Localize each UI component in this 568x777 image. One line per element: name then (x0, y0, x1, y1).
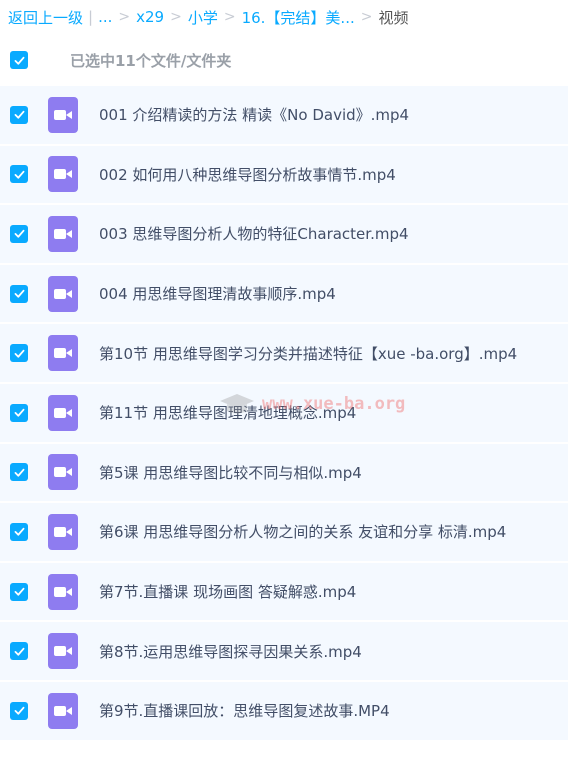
video-file-icon (48, 454, 78, 491)
breadcrumb-pipe: | (88, 8, 94, 26)
video-file-icon (48, 335, 78, 372)
file-name[interactable]: 004 用思维导图理清故事顺序.mp4 (99, 283, 336, 304)
checkmark-icon (14, 56, 24, 65)
file-checkbox[interactable] (10, 165, 28, 184)
video-file-icon (48, 275, 78, 312)
selection-count: 已选中11个文件/文件夹 (70, 51, 232, 70)
file-name[interactable]: 第5课 用思维导图比较不同与相似.mp4 (99, 462, 362, 483)
file-name[interactable]: 第11节 用思维导图理清地理概念.mp4 (99, 402, 356, 423)
selection-bar: 已选中11个文件/文件夹 (0, 34, 568, 86)
checkmark-icon (14, 170, 24, 179)
video-file-icon (48, 692, 78, 729)
file-checkbox[interactable] (10, 344, 28, 363)
breadcrumb-current: 视频 (378, 8, 409, 27)
file-checkbox[interactable] (10, 463, 28, 482)
checkmark-icon (14, 230, 24, 239)
file-name[interactable]: 第8节.运用思维导图探寻因果关系.mp4 (99, 641, 362, 662)
file-checkbox[interactable] (10, 105, 28, 124)
file-row[interactable]: 第7节.直播课 现场画图 答疑解惑.mp4 (0, 562, 568, 623)
file-row[interactable]: 第9节.直播课回放：思维导图复述故事.MP4 (0, 681, 568, 742)
file-checkbox[interactable] (10, 403, 28, 422)
file-checkbox[interactable] (10, 522, 28, 541)
video-file-icon (48, 96, 78, 133)
chevron-right-icon: > (223, 9, 236, 25)
file-name[interactable]: 003 思维导图分析人物的特征Character.mp4 (99, 223, 409, 244)
file-row[interactable]: 第8节.运用思维导图探寻因果关系.mp4 (0, 622, 568, 682)
checkmark-icon (14, 111, 24, 119)
file-name[interactable]: 001 介绍精读的方法 精读《No David》.mp4 (99, 104, 409, 125)
video-file-icon (48, 633, 78, 670)
file-name[interactable]: 第7节.直播课 现场画图 答疑解惑.mp4 (99, 581, 356, 602)
checkmark-icon (14, 409, 24, 417)
chevron-right-icon: > (118, 9, 131, 25)
file-row[interactable]: 001 介绍精读的方法 精读《No David》.mp4 (0, 86, 568, 146)
file-checkbox[interactable] (10, 284, 28, 303)
file-checkbox[interactable] (10, 701, 28, 720)
file-checkbox[interactable] (10, 642, 28, 661)
file-checkbox[interactable] (10, 582, 28, 601)
file-row[interactable]: 003 思维导图分析人物的特征Character.mp4 (0, 205, 568, 265)
breadcrumb: 返回上一级 | ... > x29 > 小学 > 16.【完结】美... > 视… (0, 0, 568, 34)
breadcrumb-item-primary[interactable]: 小学 (188, 7, 218, 28)
checkmark-icon (14, 528, 24, 537)
file-row[interactable]: 002 如何用八种思维导图分析故事情节.mp4 (0, 145, 568, 206)
file-checkbox[interactable] (10, 224, 28, 243)
file-row[interactable]: 第5课 用思维导图比较不同与相似.mp4 (0, 443, 568, 504)
file-name[interactable]: 第10节 用思维导图学习分类并描述特征【xue -ba.org】.mp4 (99, 343, 517, 364)
breadcrumb-ellipsis[interactable]: ... (98, 8, 112, 26)
checkmark-icon (14, 349, 24, 358)
video-file-icon (48, 215, 78, 252)
video-file-icon (48, 156, 78, 193)
checkmark-icon (14, 468, 24, 477)
checkmark-icon (14, 647, 24, 656)
file-name[interactable]: 第9节.直播课回放：思维导图复述故事.MP4 (99, 700, 390, 721)
video-file-icon (48, 513, 78, 550)
select-all-checkbox[interactable] (10, 51, 28, 69)
breadcrumb-item-folder[interactable]: 16.【完结】美... (242, 7, 355, 28)
file-list: 001 介绍精读的方法 精读《No David》.mp4 002 如何用八种思维… (0, 86, 568, 742)
file-name[interactable]: 第6课 用思维导图分析人物之间的关系 友谊和分享 标清.mp4 (99, 521, 506, 542)
checkmark-icon (14, 587, 24, 596)
back-link[interactable]: 返回上一级 (8, 7, 83, 28)
video-file-icon (48, 573, 78, 610)
file-row[interactable]: 第11节 用思维导图理清地理概念.mp4 (0, 383, 568, 444)
file-row[interactable]: 004 用思维导图理清故事顺序.mp4 (0, 264, 568, 325)
breadcrumb-item-x29[interactable]: x29 (136, 8, 164, 26)
chevron-right-icon: > (360, 9, 373, 25)
file-row[interactable]: 第10节 用思维导图学习分类并描述特征【xue -ba.org】.mp4 (0, 324, 568, 384)
chevron-right-icon: > (170, 9, 182, 25)
checkmark-icon (14, 706, 24, 715)
video-file-icon (48, 394, 78, 431)
file-name[interactable]: 002 如何用八种思维导图分析故事情节.mp4 (99, 164, 396, 185)
file-row[interactable]: 第6课 用思维导图分析人物之间的关系 友谊和分享 标清.mp4 (0, 503, 568, 563)
checkmark-icon (14, 289, 24, 298)
